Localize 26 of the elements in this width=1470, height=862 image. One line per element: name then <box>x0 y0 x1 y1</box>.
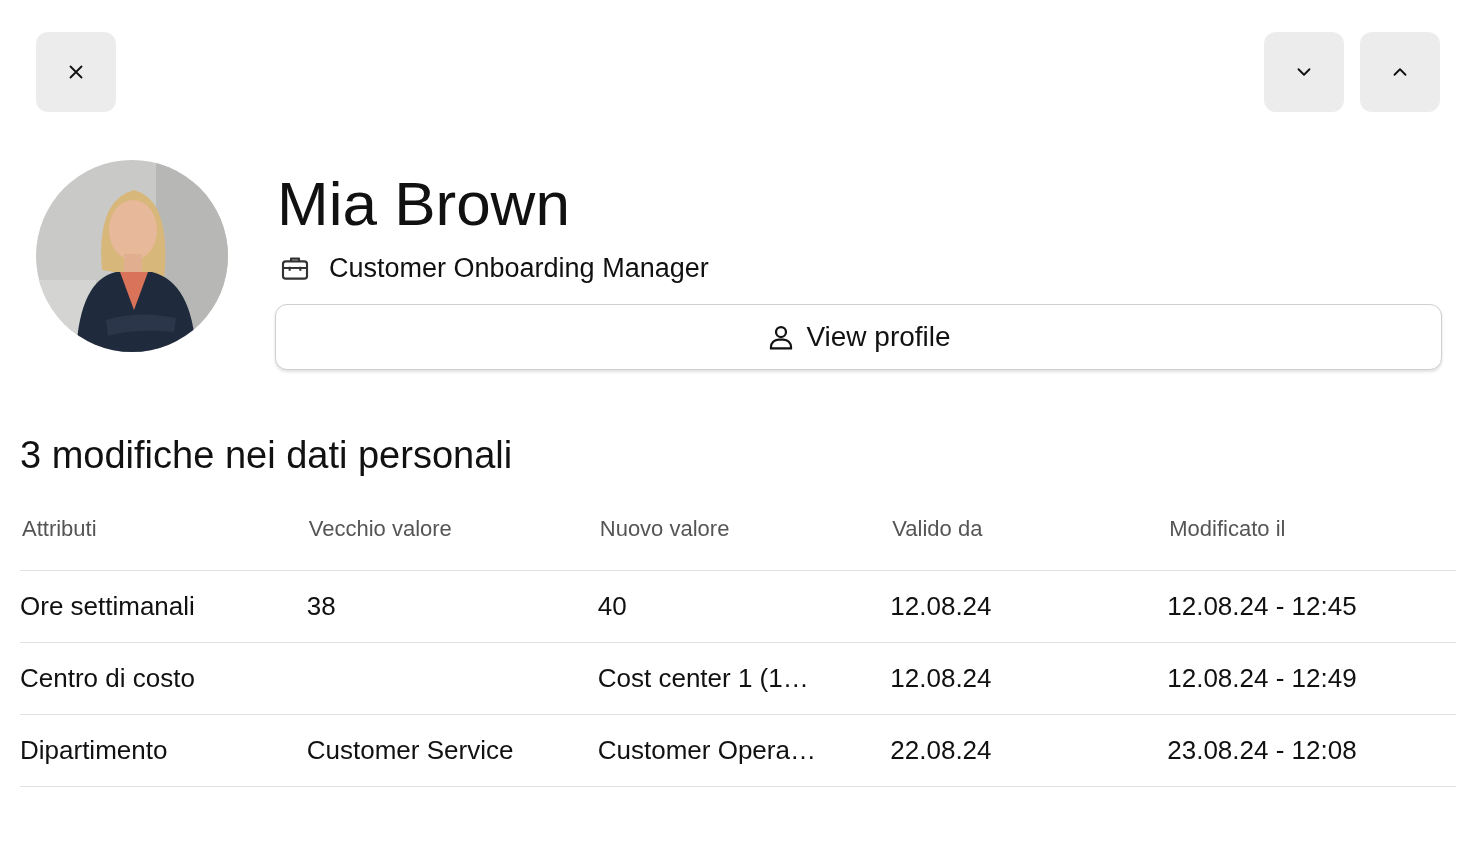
table-cell: Centro di costo <box>20 663 195 693</box>
table-cell: 22.08.24 <box>890 735 992 765</box>
table-cell: 12.08.24 <box>890 663 992 693</box>
table-cell: Dipartimento <box>20 735 168 765</box>
section-heading: 3 modifiche nei dati personali <box>20 433 514 478</box>
column-header: Vecchio valore <box>306 504 598 571</box>
previous-button[interactable] <box>1360 32 1440 112</box>
table-cell: Cost center 1 (1… <box>597 663 809 693</box>
table-cell: Ore settimanali <box>20 591 195 621</box>
table-cell: Customer Opera… <box>597 735 816 765</box>
table-cell: 38 <box>306 591 336 621</box>
next-button[interactable] <box>1264 32 1344 112</box>
job-title: Customer Onboarding Manager <box>329 252 709 284</box>
column-header: Nuovo valore <box>597 504 891 571</box>
table-cell: 12.08.24 <box>890 591 992 621</box>
column-header: Valido da <box>890 504 1168 571</box>
table-cell: 23.08.24 - 12:08 <box>1167 735 1357 765</box>
table-cell: Customer Service <box>306 735 514 765</box>
person-name: Mia Brown <box>277 168 571 240</box>
table-cell: 40 <box>597 591 627 621</box>
column-header: Modificato il <box>1167 504 1456 571</box>
view-profile-button[interactable]: View profile <box>275 304 1442 370</box>
table-cell: 12.08.24 - 12:49 <box>1167 663 1357 693</box>
table-cell: 12.08.24 - 12:45 <box>1167 591 1357 621</box>
column-header: Attributi <box>20 504 307 571</box>
close-button[interactable] <box>36 32 116 112</box>
